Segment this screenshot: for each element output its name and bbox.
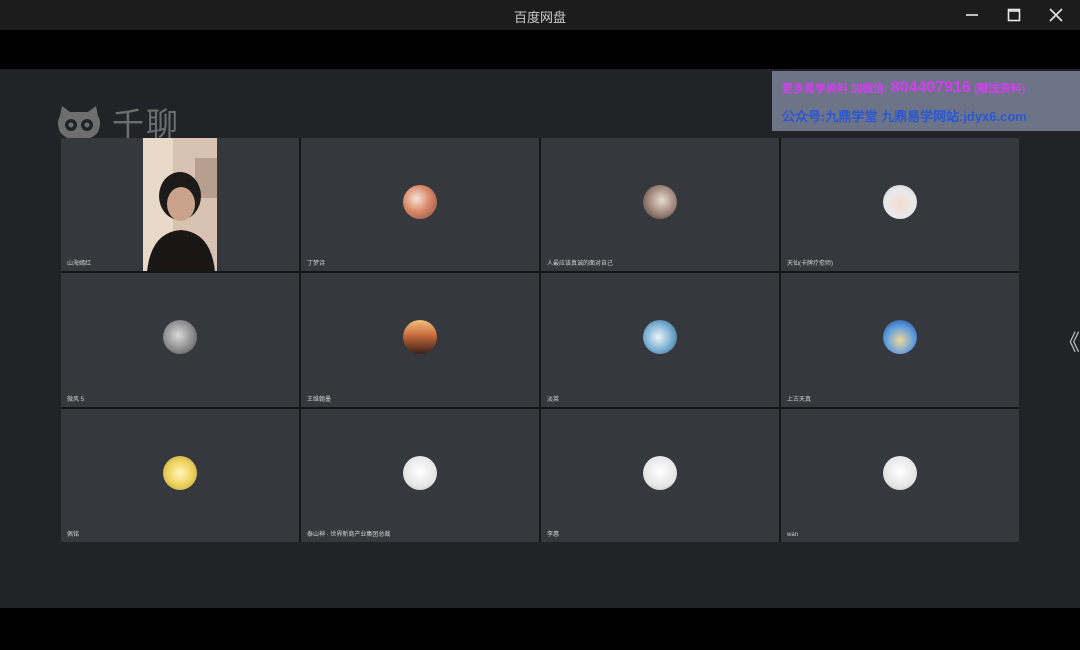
avatar xyxy=(883,184,917,219)
participant-name: 丁梦诗 xyxy=(307,261,326,268)
avatar xyxy=(403,455,437,490)
participant-tile[interactable]: 泰山神 · 世界新商产业集团总裁 xyxy=(301,408,539,542)
avatar xyxy=(403,184,437,219)
close-button[interactable] xyxy=(1034,0,1078,30)
participant-name: 人最应该真诚的面对自己 xyxy=(547,261,614,268)
maximize-icon xyxy=(1007,8,1021,22)
avatar xyxy=(403,320,437,355)
close-icon xyxy=(1049,8,1063,22)
participant-tile[interactable]: 佩铭 xyxy=(61,408,299,542)
participant-name: 天仙(卡牌疗愈师) xyxy=(787,261,833,268)
participant-name: wan xyxy=(787,531,799,538)
minimize-button[interactable] xyxy=(950,0,994,30)
title-bar: 百度网盘 xyxy=(0,0,1080,30)
participant-name: 泰山神 · 世界新商产业集团总裁 xyxy=(307,531,391,538)
participant-name: 山海嫣红 xyxy=(67,261,92,268)
participant-tile[interactable]: 天仙(卡牌疗愈师) xyxy=(781,138,1019,272)
participant-name: 李惠 xyxy=(547,531,560,538)
participant-tile[interactable]: 王维翰墨 xyxy=(301,273,539,407)
avatar xyxy=(643,184,677,219)
participant-tile[interactable]: 山海嫣红 xyxy=(61,138,299,272)
participant-tile[interactable]: 人最应该真诚的面对自己 xyxy=(541,138,779,272)
minimize-icon xyxy=(966,14,978,16)
participant-name: 王维翰墨 xyxy=(307,396,332,403)
next-page-arrow-icon[interactable]: 《 xyxy=(1058,325,1080,357)
participant-tile[interactable]: 上古天真 xyxy=(781,273,1019,407)
avatar xyxy=(883,320,917,355)
bottom-bar xyxy=(0,608,1080,650)
avatar xyxy=(883,455,917,490)
window-title: 百度网盘 xyxy=(513,10,566,25)
watermark-banner: 更多易学资料 加微信: 804407916 (赠送资料) 公众号:九鼎学堂 九鼎… xyxy=(772,71,1080,131)
avatar xyxy=(163,455,197,490)
watermark-prefix: 更多易学资料 加微信: xyxy=(782,83,888,95)
participant-tile[interactable]: 李惠 xyxy=(541,408,779,542)
participant-name: 佩铭 xyxy=(67,531,80,538)
participant-tile[interactable]: 淡菜 xyxy=(541,273,779,407)
participant-name: 微风 5 xyxy=(67,396,85,403)
participant-name: 淡菜 xyxy=(547,396,560,403)
participant-grid: 山海嫣红 丁梦诗 人最应该真诚的面对自己 天仙(卡牌疗愈师) 微风 5 王维翰墨… xyxy=(61,138,1019,542)
camera-feed xyxy=(143,138,217,272)
watermark-line1: 更多易学资料 加微信: 804407916 (赠送资料) xyxy=(782,79,1025,97)
avatar xyxy=(643,455,677,490)
participant-tile[interactable]: 丁梦诗 xyxy=(301,138,539,272)
participant-tile[interactable]: 微风 5 xyxy=(61,273,299,407)
participant-name: 上古天真 xyxy=(787,396,812,403)
avatar xyxy=(643,320,677,355)
watermark-suffix: (赠送资料) xyxy=(973,83,1026,95)
avatar xyxy=(163,320,197,355)
cat-logo-icon xyxy=(58,106,100,140)
watermark-line2: 公众号:九鼎学堂 九鼎易学网站:jdyx6.com xyxy=(782,109,1027,124)
watermark-number: 804407916 xyxy=(890,79,971,96)
participant-tile[interactable]: wan xyxy=(781,408,1019,542)
maximize-button[interactable] xyxy=(992,0,1036,30)
